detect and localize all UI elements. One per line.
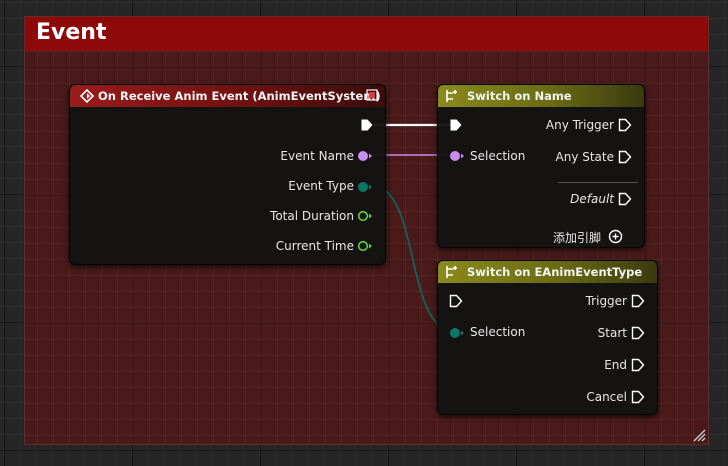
add-pin-label[interactable]: 添加引脚 <box>553 229 601 246</box>
node-title: Switch on EAnimEventType <box>467 265 643 279</box>
exec-in-pin[interactable] <box>449 294 463 308</box>
total-duration-pin[interactable] <box>357 210 373 222</box>
selection-pin[interactable] <box>449 150 465 162</box>
end-pin[interactable] <box>631 358 645 372</box>
switch-on-enum-node[interactable]: Switch on EAnimEventType Trigger Selecti… <box>437 260 658 415</box>
switch-icon <box>446 266 457 278</box>
cancel-pin[interactable] <box>631 390 645 404</box>
any-trigger-label: Any Trigger <box>545 118 614 132</box>
any-trigger-pin[interactable] <box>618 118 632 132</box>
comment-header[interactable]: Event <box>25 17 708 51</box>
current-time-label: Current Time <box>275 239 354 253</box>
cancel-label: Cancel <box>586 390 627 404</box>
default-label: Default <box>570 192 614 206</box>
event-type-pin[interactable] <box>357 181 373 193</box>
event-diamond-icon <box>80 89 94 103</box>
delegate-square-icon[interactable] <box>366 89 378 101</box>
event-name-pin[interactable] <box>357 150 373 162</box>
selection-pin[interactable] <box>449 327 465 339</box>
event-type-label: Event Type <box>288 179 354 193</box>
selection-label: Selection <box>470 149 526 163</box>
current-time-pin[interactable] <box>357 240 373 252</box>
total-duration-label: Total Duration <box>270 209 354 223</box>
comment-title: Event <box>36 20 107 45</box>
on-receive-anim-event-node[interactable]: On Receive Anim Event (AnimEventSystem) … <box>69 84 386 265</box>
exec-in-pin[interactable] <box>449 118 463 132</box>
start-label: Start <box>597 326 627 340</box>
end-label: End <box>604 358 627 372</box>
switch-on-name-node[interactable]: Switch on Name Any Trigger Selection Any… <box>437 84 645 248</box>
trigger-label: Trigger <box>585 294 627 308</box>
node-title: On Receive Anim Event (AnimEventSystem) <box>98 89 381 103</box>
start-pin[interactable] <box>631 326 645 340</box>
divider <box>558 182 638 183</box>
event-name-label: Event Name <box>280 149 354 163</box>
resize-grip-icon[interactable] <box>692 428 706 442</box>
trigger-pin[interactable] <box>631 294 645 308</box>
add-pin-plus-icon[interactable] <box>608 229 623 244</box>
any-state-label: Any State <box>555 150 615 164</box>
node-title: Switch on Name <box>467 89 572 103</box>
exec-out-pin[interactable] <box>360 118 374 132</box>
selection-label: Selection <box>470 325 526 339</box>
any-state-pin[interactable] <box>618 150 632 164</box>
default-pin[interactable] <box>618 192 632 206</box>
switch-icon <box>446 90 457 102</box>
